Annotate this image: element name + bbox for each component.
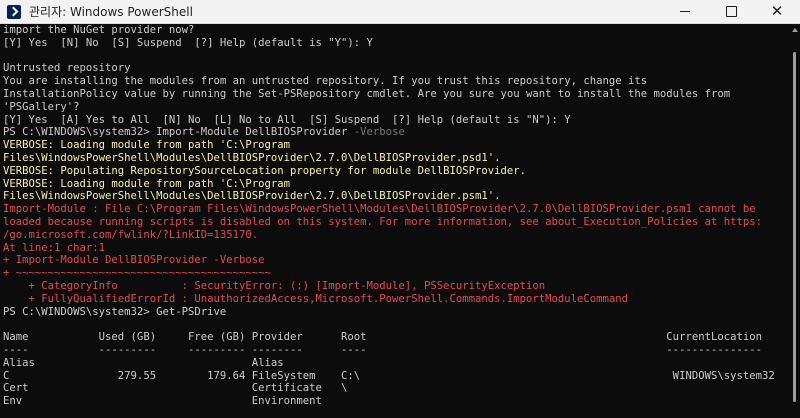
console-line: PS C:\WINDOWS\system32> Import-Module De…	[3, 126, 789, 139]
console-text-segment: loaded because running scripts is disabl…	[3, 215, 762, 228]
console-line: Import-Module : File C:\Program Files\Wi…	[3, 203, 789, 216]
console-line: Alias Alias	[3, 357, 789, 370]
console-text-segment: PS C:\WINDOWS\system32> Import-Module De…	[3, 126, 354, 139]
console-text-segment: [Y] Yes [A] Yes to All [N] No [L] No to …	[3, 113, 571, 126]
console-line: Env Environment	[3, 395, 789, 408]
console-line: 'PSGallery'?	[3, 101, 789, 114]
close-icon: ✕	[770, 2, 784, 20]
console-text-segment: Env Environment	[3, 395, 322, 408]
powershell-window: 관리자: Windows PowerShell ✕ import the NuG…	[0, 0, 800, 418]
title-bar[interactable]: 관리자: Windows PowerShell ✕	[0, 0, 800, 24]
console-line: Files\WindowsPowerShell\Modules\DellBIOS…	[3, 152, 789, 165]
console-text-segment: VERBOSE: Loading module from path 'C:\Pr…	[3, 139, 291, 152]
console-line: ---- --------- --------- -------- ---- -…	[3, 344, 789, 357]
minimize-button[interactable]	[662, 0, 708, 24]
console-text-segment: VERBOSE: Loading module from path 'C:\Pr…	[3, 177, 291, 190]
console-text-segment: At line:1 char:1	[3, 241, 106, 254]
console-text-segment: C 279.55 179.64 FileSystem C:\ WINDOWS\s…	[3, 369, 775, 382]
console-text-segment: /go.microsoft.com/fwlink/?LinkID=135170.	[3, 228, 259, 241]
console-text-segment: Alias Alias	[3, 356, 284, 369]
console-text-segment: Import-Module : File C:\Program Files\Wi…	[3, 203, 756, 216]
console-line: import the NuGet provider now?	[3, 24, 789, 37]
console-line: [Y] Yes [N] No [S] Suspend [?] Help (def…	[3, 37, 789, 50]
console-line: You are installing the modules from an u…	[3, 75, 789, 88]
console-text-segment: + Import-Module DellBIOSProvider -Verbos…	[3, 254, 265, 267]
console-text-segment: [Y] Yes [N] No [S] Suspend [?] Help (def…	[3, 36, 373, 49]
console-text-segment: 'PSGallery'?	[3, 100, 80, 113]
console-text-segment: You are installing the modules from an u…	[3, 75, 648, 88]
scroll-up-arrow-icon[interactable]	[792, 28, 798, 32]
console-text-segment: VERBOSE: Populating RepositorySourceLoca…	[3, 164, 526, 177]
console-text-segment: Files\WindowsPowerShell\Modules\DellBIOS…	[3, 151, 501, 164]
console-text-segment: PS C:\WINDOWS\system32> Get-PSDrive	[3, 305, 227, 318]
console-line: InstallationPolicy value by running the …	[3, 88, 789, 101]
console-text-segment: -Verbose	[353, 126, 405, 139]
window-title: 관리자: Windows PowerShell	[29, 5, 193, 19]
console-text-segment: + FullyQualifiedErrorId : UnauthorizedAc…	[3, 292, 629, 305]
console-output[interactable]: import the NuGet provider now? [Y] Yes [N…	[0, 24, 789, 418]
console-line: Cert Certificate \	[3, 382, 789, 395]
maximize-button[interactable]	[708, 0, 754, 24]
console-text-segment: Files\WindowsPowerShell\Modules\DellBIOS…	[3, 190, 501, 203]
powershell-icon	[7, 4, 21, 19]
close-button[interactable]: ✕	[754, 0, 800, 24]
console-line: At line:1 char:1	[3, 242, 789, 255]
console-text-segment: InstallationPolicy value by running the …	[3, 87, 731, 100]
minimize-icon	[680, 11, 690, 12]
console-line: PS C:\WINDOWS\system32> Get-PSDrive	[3, 306, 789, 319]
console-text-segment: ---- --------- --------- -------- ---- -…	[3, 343, 762, 356]
console-line: + ~~~~~~~~~~~~~~~~~~~~~~~~~~~~~~~~~~~~~~…	[3, 267, 789, 280]
console-line: + CategoryInfo : SecurityError: (:) [Imp…	[3, 280, 789, 293]
console-line: loaded because running scripts is disabl…	[3, 216, 789, 229]
vertical-scrollbar[interactable]	[789, 24, 800, 418]
console-line: /go.microsoft.com/fwlink/?LinkID=135170.	[3, 229, 789, 242]
console-line: VERBOSE: Populating RepositorySourceLoca…	[3, 165, 789, 178]
console-line: VERBOSE: Loading module from path 'C:\Pr…	[3, 178, 789, 191]
console-line: VERBOSE: Loading module from path 'C:\Pr…	[3, 139, 789, 152]
console-line: Untrusted repository	[3, 62, 789, 75]
scrollbar-thumb[interactable]	[793, 52, 796, 402]
maximize-icon	[725, 6, 737, 17]
console-line: [Y] Yes [A] Yes to All [N] No [L] No to …	[3, 114, 789, 127]
console-line: + Import-Module DellBIOSProvider -Verbos…	[3, 254, 789, 267]
console-text-segment: + ~~~~~~~~~~~~~~~~~~~~~~~~~~~~~~~~~~~~~~…	[3, 267, 271, 280]
console-line: Files\WindowsPowerShell\Modules\DellBIOS…	[3, 190, 789, 203]
console-text-segment: Cert Certificate \	[3, 382, 348, 395]
console-text-segment: + CategoryInfo : SecurityError: (:) [Imp…	[3, 279, 546, 292]
console-text-segment: import the NuGet provider now?	[3, 24, 195, 36]
console-text-segment: Name Used (GB) Free (GB) Provider Root C…	[3, 331, 762, 344]
console-line: + FullyQualifiedErrorId : UnauthorizedAc…	[3, 293, 789, 306]
console-text-segment: Untrusted repository	[3, 62, 131, 75]
console-line: C 279.55 179.64 FileSystem C:\ WINDOWS\s…	[3, 370, 789, 383]
console-line: Name Used (GB) Free (GB) Provider Root C…	[3, 331, 789, 344]
